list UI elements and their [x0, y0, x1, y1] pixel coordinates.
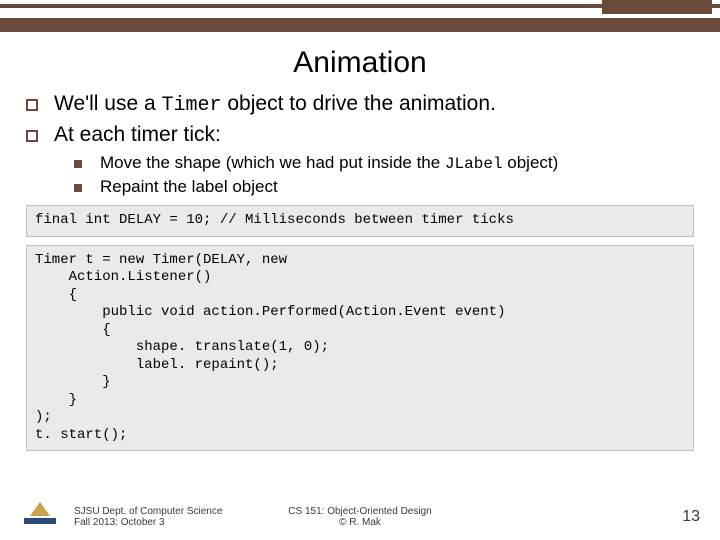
- slide-title: Animation: [0, 46, 720, 80]
- bullet-level2: Move the shape (which we had put inside …: [26, 153, 694, 173]
- bullet-filled-square-icon: [74, 160, 82, 168]
- bullet-text: Move the shape (which we had put inside …: [100, 153, 558, 173]
- bullet-text: At each timer tick:: [54, 123, 221, 147]
- bullet-level1: We'll use a Timer object to drive the an…: [26, 92, 694, 117]
- bullet-square-icon: [26, 99, 38, 111]
- footer-left-text: SJSU Dept. of Computer Science Fall 2013…: [74, 506, 222, 528]
- bullet-text: Repaint the label object: [100, 177, 278, 197]
- code-block-delay: final int DELAY = 10; // Milliseconds be…: [26, 205, 694, 237]
- slide: Animation We'll use a Timer object to dr…: [0, 0, 720, 540]
- code-block-timer: Timer t = new Timer(DELAY, new Action.Li…: [26, 245, 694, 452]
- slide-footer: SJSU Dept. of Computer Science Fall 2013…: [0, 498, 720, 532]
- bullet-level2: Repaint the label object: [26, 177, 694, 197]
- slide-body: We'll use a Timer object to drive the an…: [26, 92, 694, 451]
- bullet-square-icon: [26, 130, 38, 142]
- page-number: 13: [682, 508, 700, 526]
- decorative-top-bars: [0, 0, 720, 40]
- bullet-text: We'll use a Timer object to drive the an…: [54, 92, 496, 117]
- bullet-level1: At each timer tick:: [26, 123, 694, 147]
- footer-center-text: CS 151: Object-Oriented Design © R. Mak: [288, 506, 431, 528]
- bullet-filled-square-icon: [74, 184, 82, 192]
- sjsu-logo-icon: [24, 502, 56, 530]
